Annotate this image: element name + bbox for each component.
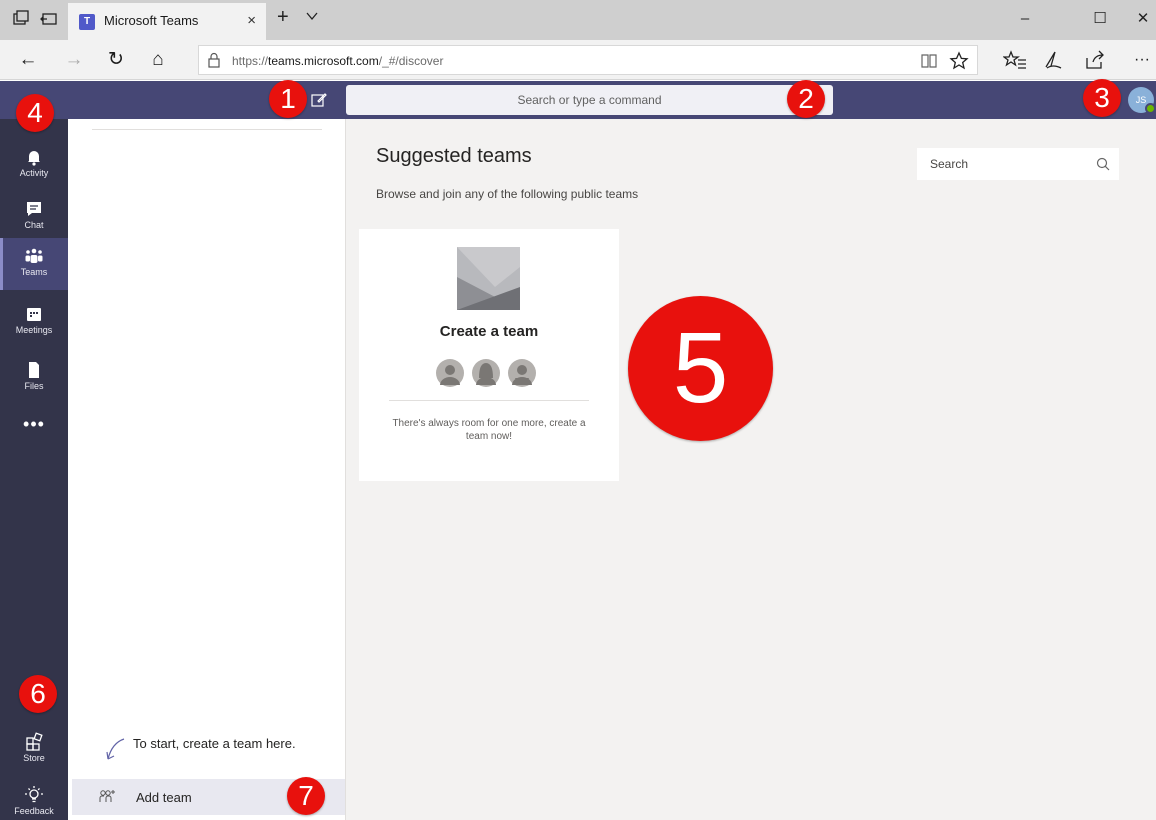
curved-arrow-icon — [106, 738, 125, 760]
create-team-card[interactable]: Create a team There's always room for on… — [359, 229, 619, 481]
more-menu-button[interactable]: ··· — [1130, 48, 1154, 72]
rail-label: Chat — [24, 220, 44, 230]
address-bar[interactable]: https://teams.microsoft.com/_#/discover — [198, 45, 978, 75]
teams-search-input[interactable]: Search — [917, 148, 1119, 180]
rail-item-feedback[interactable]: Feedback — [0, 777, 68, 820]
divider — [92, 129, 322, 130]
forward-button[interactable]: → — [62, 48, 86, 72]
callout-marker-1: 1 — [269, 80, 307, 118]
file-icon — [29, 362, 39, 378]
rail-item-chat[interactable]: Chat — [0, 191, 68, 243]
refresh-button[interactable]: ↻ — [104, 48, 128, 72]
maximize-button[interactable]: ☐ — [1078, 6, 1122, 32]
search-icon[interactable] — [1095, 156, 1111, 172]
back-button[interactable]: ← — [16, 48, 40, 72]
callout-marker-4: 4 — [16, 94, 54, 132]
divider — [389, 400, 589, 401]
create-team-hint: To start, create a team here. — [133, 736, 296, 751]
share-icon[interactable] — [1083, 48, 1107, 72]
page-subtitle: Browse and join any of the following pub… — [376, 187, 639, 201]
rail-item-teams[interactable]: Teams — [0, 238, 68, 290]
lightbulb-icon — [25, 786, 43, 803]
callout-marker-6: 6 — [19, 675, 57, 713]
home-button[interactable]: ⌂ — [146, 48, 170, 72]
bell-icon — [28, 151, 40, 166]
app-bar: Activity Chat Teams Meetings Files ••• S… — [0, 119, 68, 820]
rail-label: Teams — [20, 267, 48, 277]
reading-view-icon[interactable] — [919, 51, 939, 71]
rail-item-store[interactable]: Store — [0, 724, 68, 776]
add-team-label: Add team — [136, 790, 192, 805]
pen-notes-icon[interactable] — [1041, 48, 1065, 72]
tab-title: Microsoft Teams — [104, 13, 199, 28]
card-description: There's always room for one more, create… — [392, 418, 586, 442]
tab-list-chevron-icon[interactable] — [305, 9, 319, 23]
presence-available-icon — [1145, 103, 1156, 114]
callout-marker-7: 7 — [287, 777, 325, 815]
add-people-icon — [99, 790, 115, 802]
compose-new-chat-icon[interactable] — [310, 91, 328, 109]
chat-icon — [27, 202, 41, 216]
new-tab-button[interactable]: + — [277, 6, 289, 29]
url-text: https://teams.microsoft.com/_#/discover — [232, 54, 444, 68]
store-icon — [26, 732, 43, 751]
favorite-star-icon[interactable] — [949, 51, 969, 71]
browser-tab[interactable]: T Microsoft Teams × — [68, 3, 266, 40]
rail-label: Feedback — [14, 806, 54, 816]
search-placeholder: Search — [930, 157, 969, 171]
minimize-button[interactable]: – — [1003, 6, 1047, 32]
rail-item-meetings[interactable]: Meetings — [0, 296, 68, 348]
favorites-hub-icon[interactable] — [1003, 48, 1027, 72]
teams-icon — [25, 248, 43, 263]
callout-marker-5: 5 — [628, 296, 773, 441]
browser-nav-bar: ← → ↻ ⌂ https://teams.microsoft.com/_#/d… — [0, 40, 1156, 80]
rail-label: Activity — [19, 168, 49, 178]
teams-app-header: Search or type a command JS — [0, 81, 1156, 119]
rail-label: Meetings — [15, 325, 53, 335]
browser-tab-bar: T Microsoft Teams × + – ☐ ✕ — [0, 0, 1156, 40]
callout-marker-2: 2 — [787, 80, 825, 118]
page-title: Suggested teams — [376, 145, 532, 167]
team-placeholder-image-icon — [457, 247, 520, 310]
command-search-box[interactable]: Search or type a command — [346, 85, 833, 115]
teams-list-panel — [68, 119, 346, 820]
more-apps-button[interactable]: ••• — [0, 414, 68, 435]
rail-item-activity[interactable]: Activity — [0, 139, 68, 191]
rail-label: Store — [23, 753, 45, 763]
teams-favicon-icon: T — [79, 14, 95, 30]
tab-close-button[interactable]: × — [247, 12, 256, 29]
tabs-aside-icon[interactable] — [38, 8, 60, 30]
rail-label: Files — [24, 381, 44, 391]
people-avatars-icon — [436, 359, 536, 387]
close-window-button[interactable]: ✕ — [1121, 6, 1156, 32]
lock-icon — [208, 52, 220, 68]
rail-item-files[interactable]: Files — [0, 352, 68, 404]
calendar-icon — [27, 308, 41, 321]
callout-marker-3: 3 — [1083, 79, 1121, 117]
card-title: Create a team — [439, 323, 539, 340]
discover-main-pane: Suggested teams Browse and join any of t… — [346, 119, 1156, 820]
set-aside-tabs-icon[interactable] — [10, 8, 32, 30]
